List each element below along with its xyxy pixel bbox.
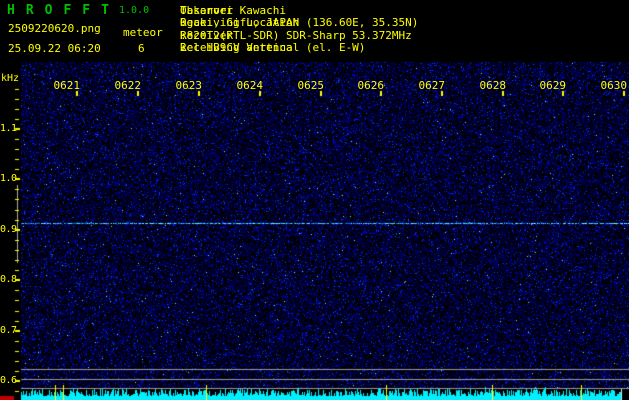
meteor-count: 6 bbox=[138, 42, 145, 55]
app-version: 1.0.0 bbox=[119, 5, 150, 16]
freq-tick-label: 0.7 bbox=[0, 325, 17, 336]
time-tick-label: 0624 bbox=[236, 79, 264, 92]
output-filename: 2509220620.png bbox=[8, 22, 101, 35]
freq-tick-label: 0.8 bbox=[0, 274, 17, 285]
app-title: HROFFT bbox=[7, 3, 120, 18]
freq-tick-label: 1.0 bbox=[0, 173, 17, 184]
freq-tick-label: 0.6 bbox=[0, 375, 17, 386]
time-tick-label: 0627 bbox=[418, 79, 446, 92]
time-tick-label: 0626 bbox=[357, 79, 385, 92]
time-tick-label: 0629 bbox=[539, 79, 567, 92]
time-tick-label: 0628 bbox=[479, 79, 507, 92]
mode-label: meteor bbox=[123, 26, 163, 39]
datetime-label: 25.09.22 06:20 bbox=[8, 42, 101, 55]
spectrogram-canvas bbox=[0, 0, 629, 400]
time-tick-label: 0630 bbox=[600, 79, 628, 92]
freq-tick-label: 1.1 bbox=[0, 123, 17, 134]
hrofft-output-image: HROFFT 1.0.0 2509220620.png meteor 25.09… bbox=[0, 0, 629, 400]
time-tick-label: 0622 bbox=[114, 79, 142, 92]
freq-axis-unit: kHz bbox=[1, 73, 20, 84]
time-tick-label: 0623 bbox=[175, 79, 203, 92]
freq-tick-label: 0.9 bbox=[0, 224, 17, 235]
time-tick-label: 0621 bbox=[53, 79, 81, 92]
time-tick-label: 0625 bbox=[297, 79, 325, 92]
